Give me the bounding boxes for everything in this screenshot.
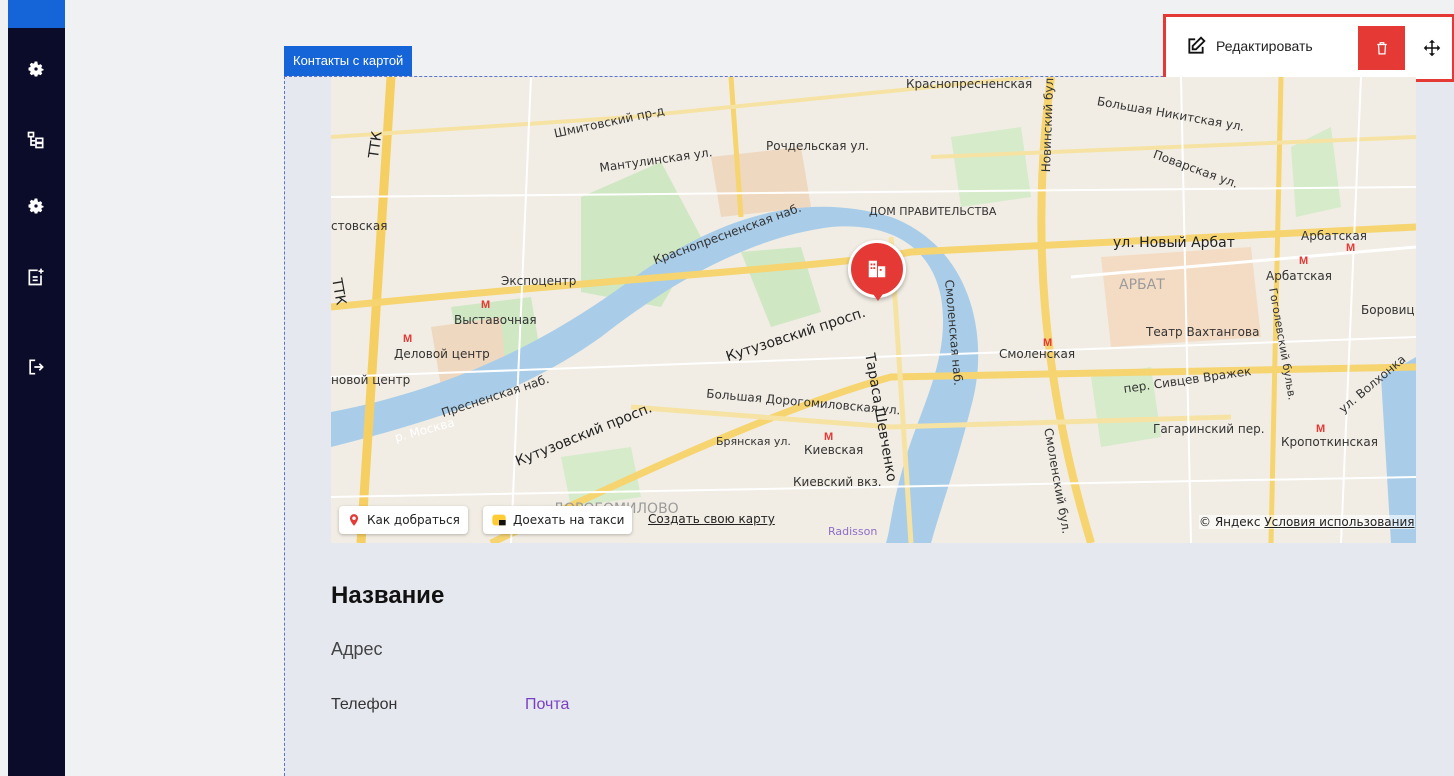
route-button-label: Как добраться bbox=[367, 513, 460, 527]
structure-icon bbox=[27, 131, 44, 149]
map-label: Брянская ул. bbox=[716, 435, 791, 448]
building-icon bbox=[868, 260, 886, 278]
map-label: новой центр bbox=[331, 373, 411, 387]
add-page-icon bbox=[28, 268, 44, 286]
map-label: стовская bbox=[331, 219, 388, 233]
metro-icon: M bbox=[1346, 242, 1356, 254]
edit-icon bbox=[1188, 36, 1206, 54]
location-pin-icon bbox=[349, 514, 359, 526]
contact-address: Адрес bbox=[331, 639, 383, 659]
route-button[interactable]: Как добраться bbox=[339, 506, 468, 534]
taxi-button[interactable]: Доехать на такси bbox=[483, 506, 633, 534]
trash-icon bbox=[1376, 42, 1387, 55]
map-label: Киевский вкз. bbox=[793, 475, 882, 489]
map-copyright: © Яндекс Условия использования bbox=[1199, 515, 1415, 529]
map-label: АРБАТ bbox=[1119, 277, 1165, 293]
map-label: Radisson bbox=[828, 525, 878, 538]
block-toolbar: Редактировать bbox=[1163, 14, 1454, 82]
map-label: Гагаринский пер. bbox=[1153, 422, 1265, 436]
logout-button[interactable] bbox=[22, 353, 50, 381]
map-label: Рочдельская ул. bbox=[766, 139, 869, 153]
sidebar bbox=[8, 0, 65, 776]
metro-icon: M bbox=[1043, 337, 1053, 349]
contact-phone: Телефон bbox=[331, 696, 398, 713]
map-label: Арбатская bbox=[1266, 269, 1332, 283]
yandex-map[interactable]: Краснопресненская Шмитовский пр-д Рочдел… bbox=[331, 77, 1416, 543]
sidebar-accent bbox=[8, 0, 65, 28]
map-label: Экспоцентр bbox=[501, 274, 577, 288]
map-label: ДОМ ПРАВИТЕЛЬСТВА bbox=[869, 205, 997, 218]
map-label: Киевская bbox=[804, 443, 864, 457]
metro-icon: M bbox=[1299, 255, 1309, 267]
copyright-text: © Яндекс bbox=[1199, 515, 1261, 529]
block-type-tag: Контакты с картой bbox=[284, 46, 413, 76]
map-label: Боровиц bbox=[1361, 303, 1415, 317]
create-map-link[interactable]: Создать свою карту bbox=[648, 512, 775, 526]
map-label: Смоленская bbox=[999, 347, 1076, 361]
metro-icon: M bbox=[481, 299, 491, 311]
metro-icon: M bbox=[1316, 423, 1326, 435]
map-label: Краснопресненская bbox=[906, 77, 1033, 91]
map-label: Выставочная bbox=[454, 313, 537, 327]
move-icon bbox=[1423, 39, 1441, 57]
add-page-button[interactable] bbox=[22, 263, 50, 291]
structure-button[interactable] bbox=[22, 126, 50, 154]
settings-button[interactable] bbox=[22, 55, 50, 83]
map-marker[interactable] bbox=[848, 240, 906, 301]
map-label: ул. Новый Арбат bbox=[1113, 235, 1235, 251]
edit-button-label: Редактировать bbox=[1216, 38, 1313, 54]
settings-button-2[interactable] bbox=[22, 192, 50, 220]
logout-icon bbox=[29, 359, 44, 375]
gear-icon bbox=[28, 198, 44, 214]
move-handle[interactable] bbox=[1417, 33, 1447, 63]
taxi-button-label: Доехать на такси bbox=[513, 513, 625, 527]
map-background bbox=[331, 77, 1416, 543]
map-label: Театр Вахтангова bbox=[1146, 325, 1260, 339]
taxi-icon bbox=[492, 514, 506, 526]
delete-button[interactable] bbox=[1358, 26, 1405, 70]
edit-button[interactable]: Редактировать bbox=[1186, 36, 1313, 56]
metro-icon: M bbox=[824, 431, 834, 443]
gear-icon bbox=[28, 61, 44, 77]
metro-icon: M bbox=[403, 333, 413, 345]
map-label: Деловой центр bbox=[394, 347, 490, 361]
map-label: Арбатская bbox=[1301, 229, 1367, 243]
contact-title: Название bbox=[331, 582, 445, 609]
contact-email-link[interactable]: Почта bbox=[525, 696, 569, 714]
map-label: Кропоткинская bbox=[1281, 435, 1378, 449]
terms-link[interactable]: Условия использования bbox=[1264, 515, 1414, 529]
